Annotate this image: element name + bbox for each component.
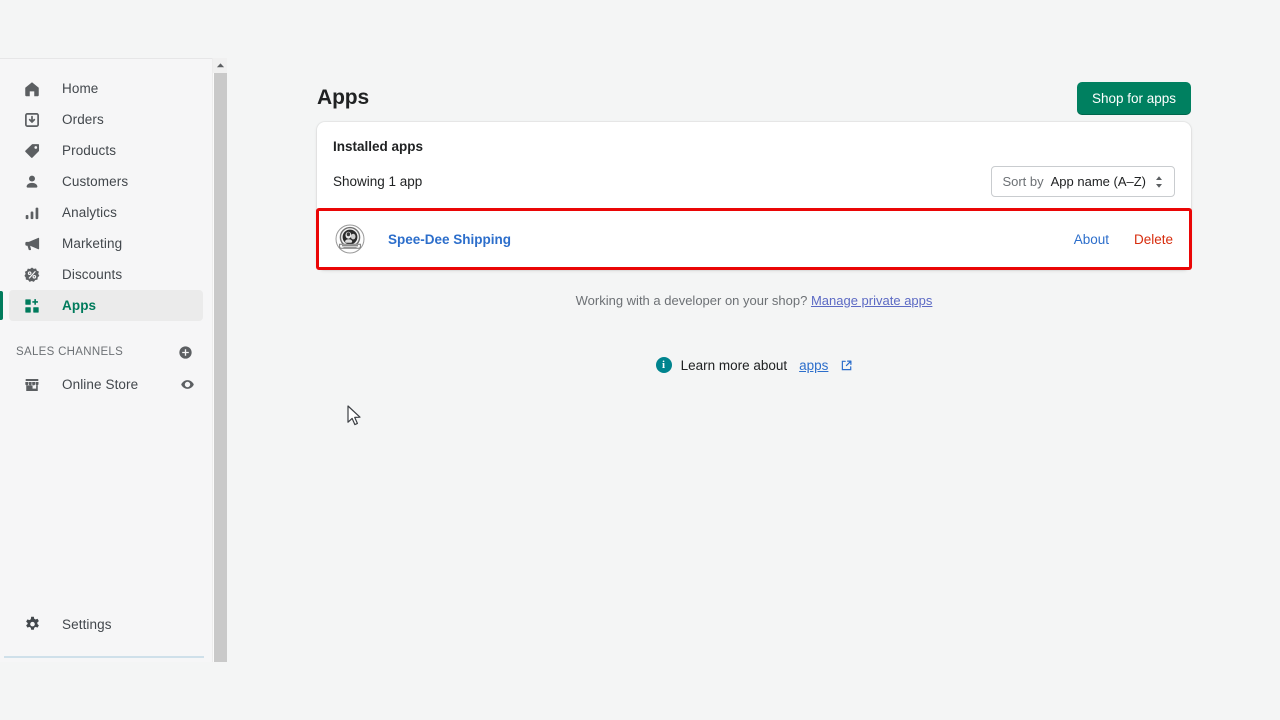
sidebar-item-online-store[interactable]: Online Store (9, 369, 203, 400)
sidebar-item-products[interactable]: Products (9, 135, 203, 166)
apps-grid-icon (22, 296, 42, 316)
card-title: Installed apps (333, 139, 424, 154)
manage-private-apps-link[interactable]: Manage private apps (811, 293, 932, 308)
sidebar-item-label: Analytics (62, 204, 117, 220)
home-icon (22, 79, 42, 99)
app-name-link[interactable]: Spee-Dee Shipping (388, 232, 511, 247)
page-title: Apps (317, 86, 370, 109)
sidebar-item-marketing[interactable]: Marketing (9, 228, 203, 259)
highlighted-app-row-outline: Spee-Dee Shipping About Delete (316, 208, 1192, 270)
app-root: Home Orders Products Customers Analytics… (0, 0, 1280, 720)
showing-count-text: Showing 1 app (333, 174, 423, 189)
sidebar-item-label: Settings (62, 616, 112, 632)
developer-footer: Working with a developer on your shop? M… (317, 293, 1191, 308)
discounts-percent-icon (22, 265, 42, 285)
sidebar-item-home[interactable]: Home (9, 73, 203, 104)
table-row[interactable]: Spee-Dee Shipping About Delete (319, 211, 1189, 267)
marketing-megaphone-icon (22, 234, 42, 254)
storefront-icon (22, 375, 42, 395)
sidebar-item-apps[interactable]: Apps (0, 290, 203, 321)
sidebar-section-sales-channels: SALES CHANNELS (9, 337, 203, 367)
sidebar-channels-list: Online Store (0, 369, 212, 400)
sidebar-primary-list: Home Orders Products Customers Analytics… (0, 73, 212, 321)
app-row-actions: About Delete (1074, 232, 1173, 247)
plus-circle-icon[interactable] (176, 343, 194, 361)
sidebar-item-discounts[interactable]: Discounts (9, 259, 203, 290)
sidebar-item-label: Marketing (62, 235, 123, 251)
eye-icon[interactable] (178, 376, 196, 394)
sidebar-item-analytics[interactable]: Analytics (9, 197, 203, 228)
sidebar-scrollbar[interactable] (212, 58, 227, 662)
installed-apps-card: Installed apps Showing 1 app Sort by App… (316, 122, 1192, 270)
card-subheader: Showing 1 app Sort by App name (A–Z) (317, 154, 1191, 208)
sidebar-item-label: Apps (62, 297, 97, 313)
delete-link[interactable]: Delete (1134, 232, 1173, 247)
chevron-up-icon[interactable] (213, 58, 227, 73)
sidebar-item-settings[interactable]: Settings (9, 609, 203, 640)
sort-by-select[interactable]: Sort by App name (A–Z) (991, 166, 1175, 197)
scrollbar-thumb[interactable] (214, 73, 227, 662)
orders-icon (22, 110, 42, 130)
sidebar-item-label: Products (62, 142, 117, 158)
about-link[interactable]: About (1074, 232, 1109, 247)
info-circle-icon: i (655, 357, 672, 373)
sort-by-label: Sort by (1002, 174, 1044, 189)
sidebar-item-label: Discounts (62, 266, 123, 282)
customers-person-icon (22, 172, 42, 192)
learn-more-text: Learn more about (680, 357, 788, 373)
sidebar-item-label: Home (62, 80, 99, 96)
sort-updown-icon (1154, 175, 1164, 189)
sidebar-navigation: Home Orders Products Customers Analytics… (0, 58, 212, 662)
sidebar-item-customers[interactable]: Customers (9, 166, 203, 197)
shop-for-apps-button[interactable]: Shop for apps (1076, 81, 1191, 115)
sidebar-item-label: Orders (62, 111, 104, 127)
sort-by-value: App name (A–Z) (1050, 174, 1146, 189)
sidebar-item-label: Customers (62, 173, 129, 189)
analytics-bars-icon (22, 203, 42, 223)
products-tag-icon (22, 141, 42, 161)
apps-documentation-link[interactable]: apps (799, 358, 828, 373)
main-content: Apps Shop for apps Installed apps Showin… (228, 58, 1280, 720)
page-header: Apps Shop for apps (317, 58, 1191, 122)
learn-more-footer: i Learn more about apps (317, 357, 1191, 373)
gear-icon (22, 615, 42, 635)
sidebar-item-label: Online Store (62, 376, 139, 392)
external-link-icon (841, 360, 852, 371)
sidebar-item-orders[interactable]: Orders (9, 104, 203, 135)
sidebar-settings-wrapper: Settings (0, 609, 212, 640)
sidebar-bottom-divider (4, 656, 204, 658)
sidebar-section-title: SALES CHANNELS (16, 346, 124, 358)
spee-dee-shipping-app-icon (335, 224, 365, 254)
developer-footer-text: Working with a developer on your shop? (575, 293, 808, 308)
